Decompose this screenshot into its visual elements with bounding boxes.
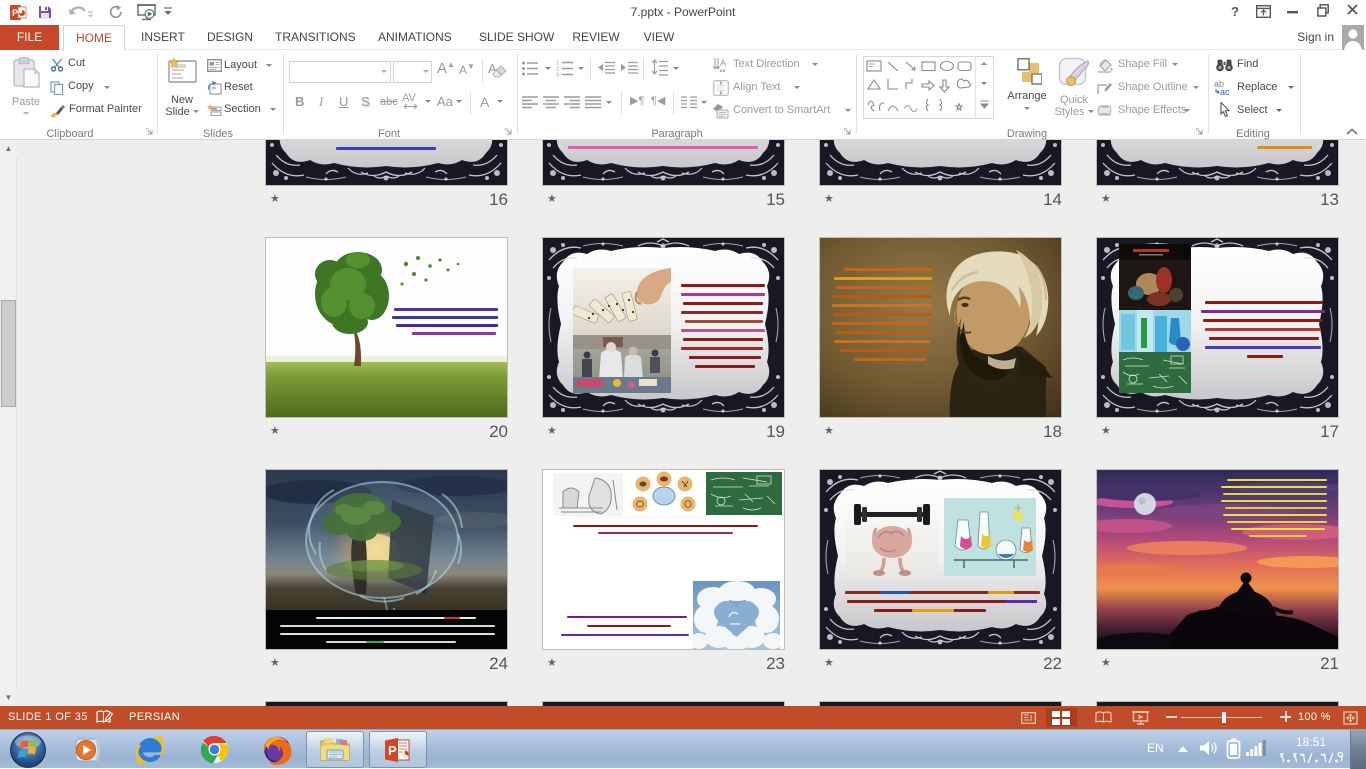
svg-text:3: 3 [556,73,559,78]
svg-text:ac: ac [1220,87,1230,96]
svg-text:P: P [12,8,18,18]
svg-text:P: P [388,743,397,758]
svg-text:A: A [720,58,726,68]
